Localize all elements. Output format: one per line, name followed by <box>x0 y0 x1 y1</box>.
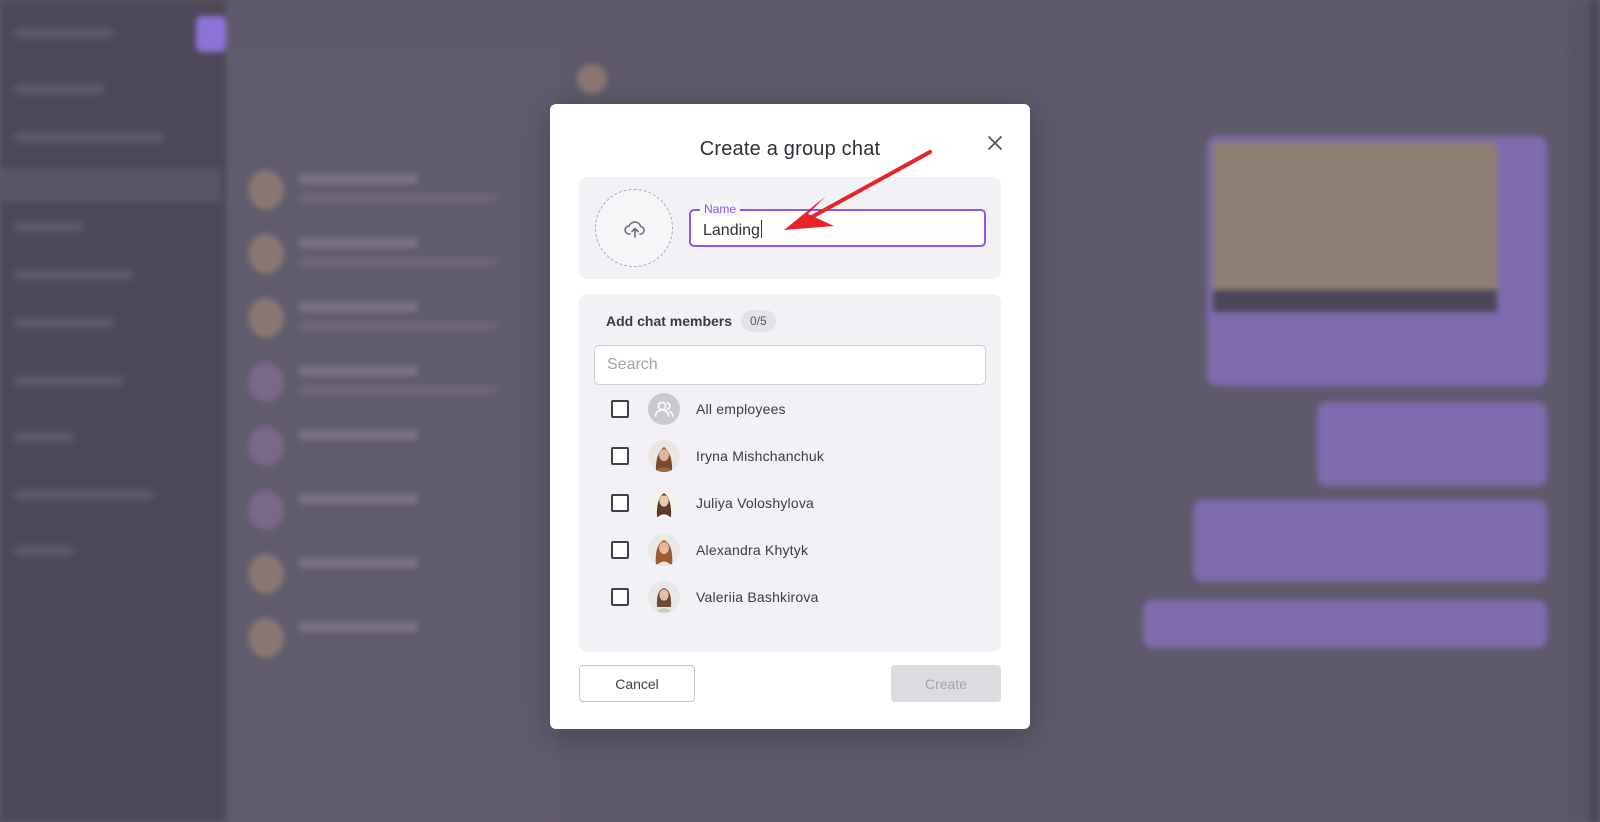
close-button[interactable] <box>984 132 1006 154</box>
create-group-chat-dialog: Create a group chat Name Landing Add cha… <box>550 104 1030 729</box>
member-name: All employees <box>696 401 786 417</box>
avatar <box>648 487 680 519</box>
chat-name-label: Name <box>700 202 741 216</box>
bg-sidebar <box>0 0 226 822</box>
chat-name-input[interactable]: Name Landing <box>689 202 986 247</box>
bg-chat-list <box>226 54 556 822</box>
create-button[interactable]: Create <box>891 665 1001 702</box>
member-row-all-employees[interactable]: All employees <box>611 391 971 427</box>
bg-topbar <box>226 0 1600 54</box>
member-checkbox[interactable] <box>611 400 629 418</box>
chat-members-panel: Add chat members 0/5 All employees <box>579 294 1001 652</box>
member-checkbox[interactable] <box>611 588 629 606</box>
members-count-badge: 0/5 <box>741 310 776 332</box>
close-icon <box>988 136 1002 150</box>
member-name: Iryna Mishchanchuk <box>696 448 825 464</box>
upload-avatar-button[interactable] <box>595 189 673 267</box>
member-row-valeriia-bashkirova[interactable]: Valeriia Bashkirova <box>611 579 971 615</box>
member-name: Alexandra Khytyk <box>696 542 809 558</box>
member-checkbox[interactable] <box>611 541 629 559</box>
member-name: Valeriia Bashkirova <box>696 589 819 605</box>
member-checkbox[interactable] <box>611 447 629 465</box>
member-row-alexandra-khytyk[interactable]: Alexandra Khytyk <box>611 532 971 568</box>
chat-name-value: Landing <box>703 222 760 239</box>
member-row-iryna-mishchanchuk[interactable]: Iryna Mishchanchuk <box>611 438 971 474</box>
chat-name-panel: Name Landing <box>579 177 1001 279</box>
member-search-input[interactable] <box>594 345 986 385</box>
cancel-button[interactable]: Cancel <box>579 665 695 702</box>
member-name: Juliya Voloshylova <box>696 495 814 511</box>
avatar <box>648 581 680 613</box>
cloud-upload-icon <box>624 221 645 238</box>
avatar <box>648 440 680 472</box>
group-icon <box>654 401 674 417</box>
members-heading: Add chat members <box>606 313 733 329</box>
avatar <box>648 393 680 425</box>
member-row-juliya-voloshylova[interactable]: Juliya Voloshylova <box>611 485 971 521</box>
dialog-title: Create a group chat <box>699 138 881 160</box>
member-checkbox[interactable] <box>611 494 629 512</box>
avatar <box>648 534 680 566</box>
text-caret <box>760 220 762 238</box>
